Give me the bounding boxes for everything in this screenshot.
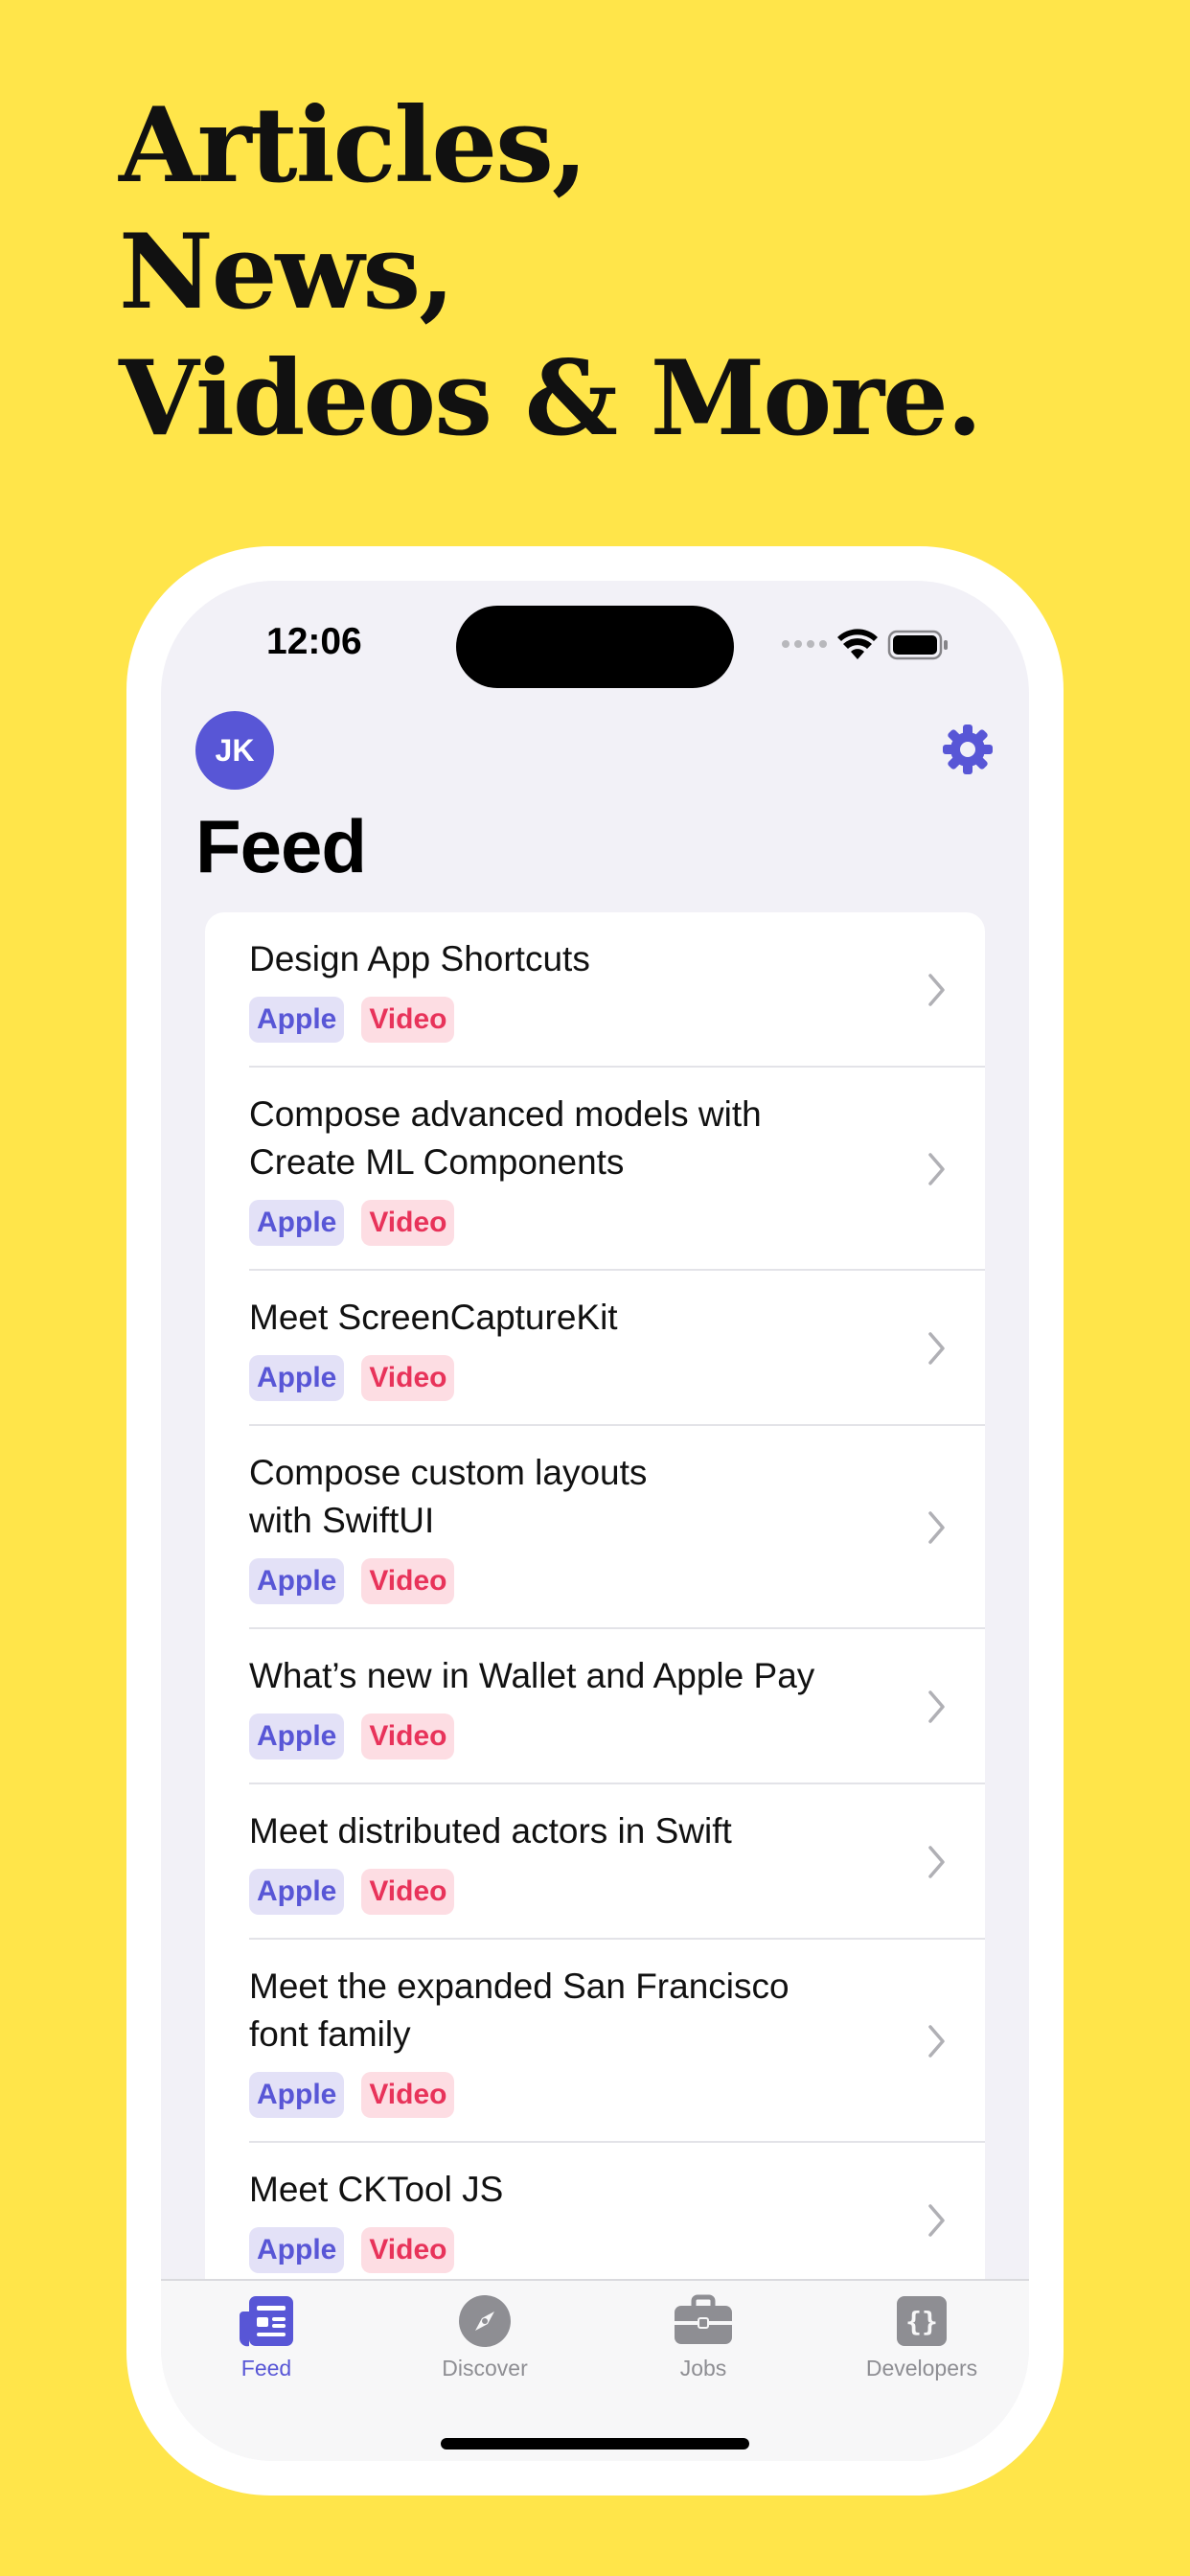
list-item-content: Meet distributed actors in Swift Apple Vid… xyxy=(249,1784,985,1940)
tag-apple: Apple xyxy=(249,2227,345,2273)
tab-feed[interactable]: Feed xyxy=(171,2294,362,2381)
tab-label: Discover xyxy=(442,2356,528,2380)
newspaper-icon xyxy=(239,2296,293,2347)
list-item-content: Compose advanced models with Create ML Co… xyxy=(249,1068,985,1271)
page-title: Feed xyxy=(195,804,367,888)
item-title-line: Design App Shortcuts xyxy=(249,939,590,978)
list-item-content: Meet the expanded San Francisco font fami… xyxy=(249,1940,985,2143)
gear-icon[interactable] xyxy=(939,721,996,778)
list-item[interactable]: Compose advanced models with Create ML Co… xyxy=(205,1068,985,1271)
tab-label: Developers xyxy=(865,2356,978,2380)
chevron-right-icon xyxy=(928,1511,945,1544)
item-title-line: Meet CKTool JS xyxy=(249,2170,504,2209)
dynamic-island xyxy=(456,606,734,688)
tag-apple: Apple xyxy=(249,1869,345,1915)
tag-video: Video xyxy=(361,2072,455,2118)
tag-video: Video xyxy=(361,2227,455,2273)
list-item[interactable]: Meet the expanded San Francisco font fami… xyxy=(205,1940,985,2143)
curly-braces-icon: {} xyxy=(897,2296,947,2346)
list-item[interactable]: Meet distributed actors in Swift Apple Vid… xyxy=(205,1784,985,1940)
item-tags: Apple Video xyxy=(249,1355,908,1401)
chevron-right-icon xyxy=(928,1153,945,1185)
list-item-content: Design App Shortcuts Apple Video xyxy=(249,912,985,1068)
item-title: Meet ScreenCaptureKit xyxy=(249,1294,908,1342)
tab-discover[interactable]: Discover xyxy=(389,2294,581,2381)
item-title: What’s new in Wallet and Apple Pay xyxy=(249,1652,908,1700)
item-tags: Apple Video xyxy=(249,2227,908,2273)
item-title-line: Create ML Components xyxy=(249,1142,625,1182)
chevron-right-icon xyxy=(928,1690,945,1723)
list-item-content: Meet CKTool JS Apple Video xyxy=(249,2143,985,2298)
item-title-line: Meet the expanded San Francisco xyxy=(249,1966,790,2006)
item-title: Design App Shortcuts xyxy=(249,935,908,983)
item-title-line: Meet distributed actors in Swift xyxy=(249,1811,732,1851)
cellular-signal-icon xyxy=(782,640,830,652)
feed-list: Design App Shortcuts Apple Video Compose ad… xyxy=(205,912,985,2446)
tag-video: Video xyxy=(361,1558,455,1604)
tag-apple: Apple xyxy=(249,1200,345,1246)
item-title: Meet the expanded San Francisco font fami… xyxy=(249,1963,908,2058)
compass-icon xyxy=(459,2295,511,2347)
item-tags: Apple Video xyxy=(249,2072,908,2118)
briefcase-icon xyxy=(675,2294,732,2344)
tab-label: Feed xyxy=(240,2356,292,2380)
tag-video: Video xyxy=(361,1714,455,1760)
tag-apple: Apple xyxy=(249,2072,345,2118)
item-title: Meet CKTool JS xyxy=(249,2166,908,2214)
list-item[interactable]: Meet ScreenCaptureKit Apple Video xyxy=(205,1271,985,1426)
svg-text:{}: {} xyxy=(905,2306,938,2337)
list-item-content: Meet ScreenCaptureKit Apple Video xyxy=(249,1271,985,1426)
list-item[interactable]: What’s new in Wallet and Apple Pay Apple V… xyxy=(205,1629,985,1784)
chevron-right-icon xyxy=(928,1846,945,1878)
tab-bar: Feed Discover Jobs {} Developers xyxy=(161,2279,1029,2461)
headline-line-3: Videos & More. xyxy=(119,338,982,459)
item-tags: Apple Video xyxy=(249,1714,908,1760)
tag-apple: Apple xyxy=(249,1714,345,1760)
tag-apple: Apple xyxy=(249,997,345,1043)
tag-video: Video xyxy=(361,1869,455,1915)
home-indicator xyxy=(441,2438,749,2450)
list-item[interactable]: Compose custom layouts with SwiftUI Apple V… xyxy=(205,1426,985,1629)
tab-label: Jobs xyxy=(679,2356,727,2380)
chevron-right-icon xyxy=(928,1332,945,1365)
item-tags: Apple Video xyxy=(249,1558,908,1604)
list-item[interactable]: Design App Shortcuts Apple Video xyxy=(205,912,985,1068)
item-tags: Apple Video xyxy=(249,1200,908,1246)
item-title-line: Compose custom layouts xyxy=(249,1453,648,1492)
headline: Articles, News, Videos & More. xyxy=(119,82,982,462)
item-tags: Apple Video xyxy=(249,1869,908,1915)
item-title: Compose custom layouts with SwiftUI xyxy=(249,1449,908,1545)
tag-video: Video xyxy=(361,1355,455,1401)
tab-developers[interactable]: {} Developers xyxy=(826,2294,1018,2381)
item-title-line: What’s new in Wallet and Apple Pay xyxy=(249,1656,815,1695)
phone-screen: 12:06 JK Feed Design App Shortcuts Apple… xyxy=(161,581,1029,2461)
tag-apple: Apple xyxy=(249,1355,345,1401)
item-tags: Apple Video xyxy=(249,997,908,1043)
chevron-right-icon xyxy=(928,974,945,1006)
wifi-icon xyxy=(837,629,878,659)
item-title-line: font family xyxy=(249,2014,411,2054)
list-item-content: Compose custom layouts with SwiftUI Apple V… xyxy=(249,1426,985,1629)
tag-video: Video xyxy=(361,1200,455,1246)
item-title: Compose advanced models with Create ML Co… xyxy=(249,1091,908,1186)
battery-icon xyxy=(887,630,948,660)
tag-apple: Apple xyxy=(249,1558,345,1604)
item-title-line: with SwiftUI xyxy=(249,1501,435,1540)
list-item[interactable]: Meet CKTool JS Apple Video xyxy=(205,2143,985,2298)
tag-video: Video xyxy=(361,997,455,1043)
list-item-content: What’s new in Wallet and Apple Pay Apple V… xyxy=(249,1629,985,1784)
status-time: 12:06 xyxy=(266,621,362,662)
item-title-line: Compose advanced models with xyxy=(249,1094,762,1134)
item-title-line: Meet ScreenCaptureKit xyxy=(249,1298,618,1337)
headline-line-1: Articles, xyxy=(119,85,588,206)
avatar[interactable]: JK xyxy=(195,711,274,790)
chevron-right-icon xyxy=(928,2025,945,2058)
chevron-right-icon xyxy=(928,2204,945,2237)
headline-line-2: News, xyxy=(119,212,455,333)
item-title: Meet distributed actors in Swift xyxy=(249,1807,908,1855)
tab-jobs[interactable]: Jobs xyxy=(607,2294,799,2381)
